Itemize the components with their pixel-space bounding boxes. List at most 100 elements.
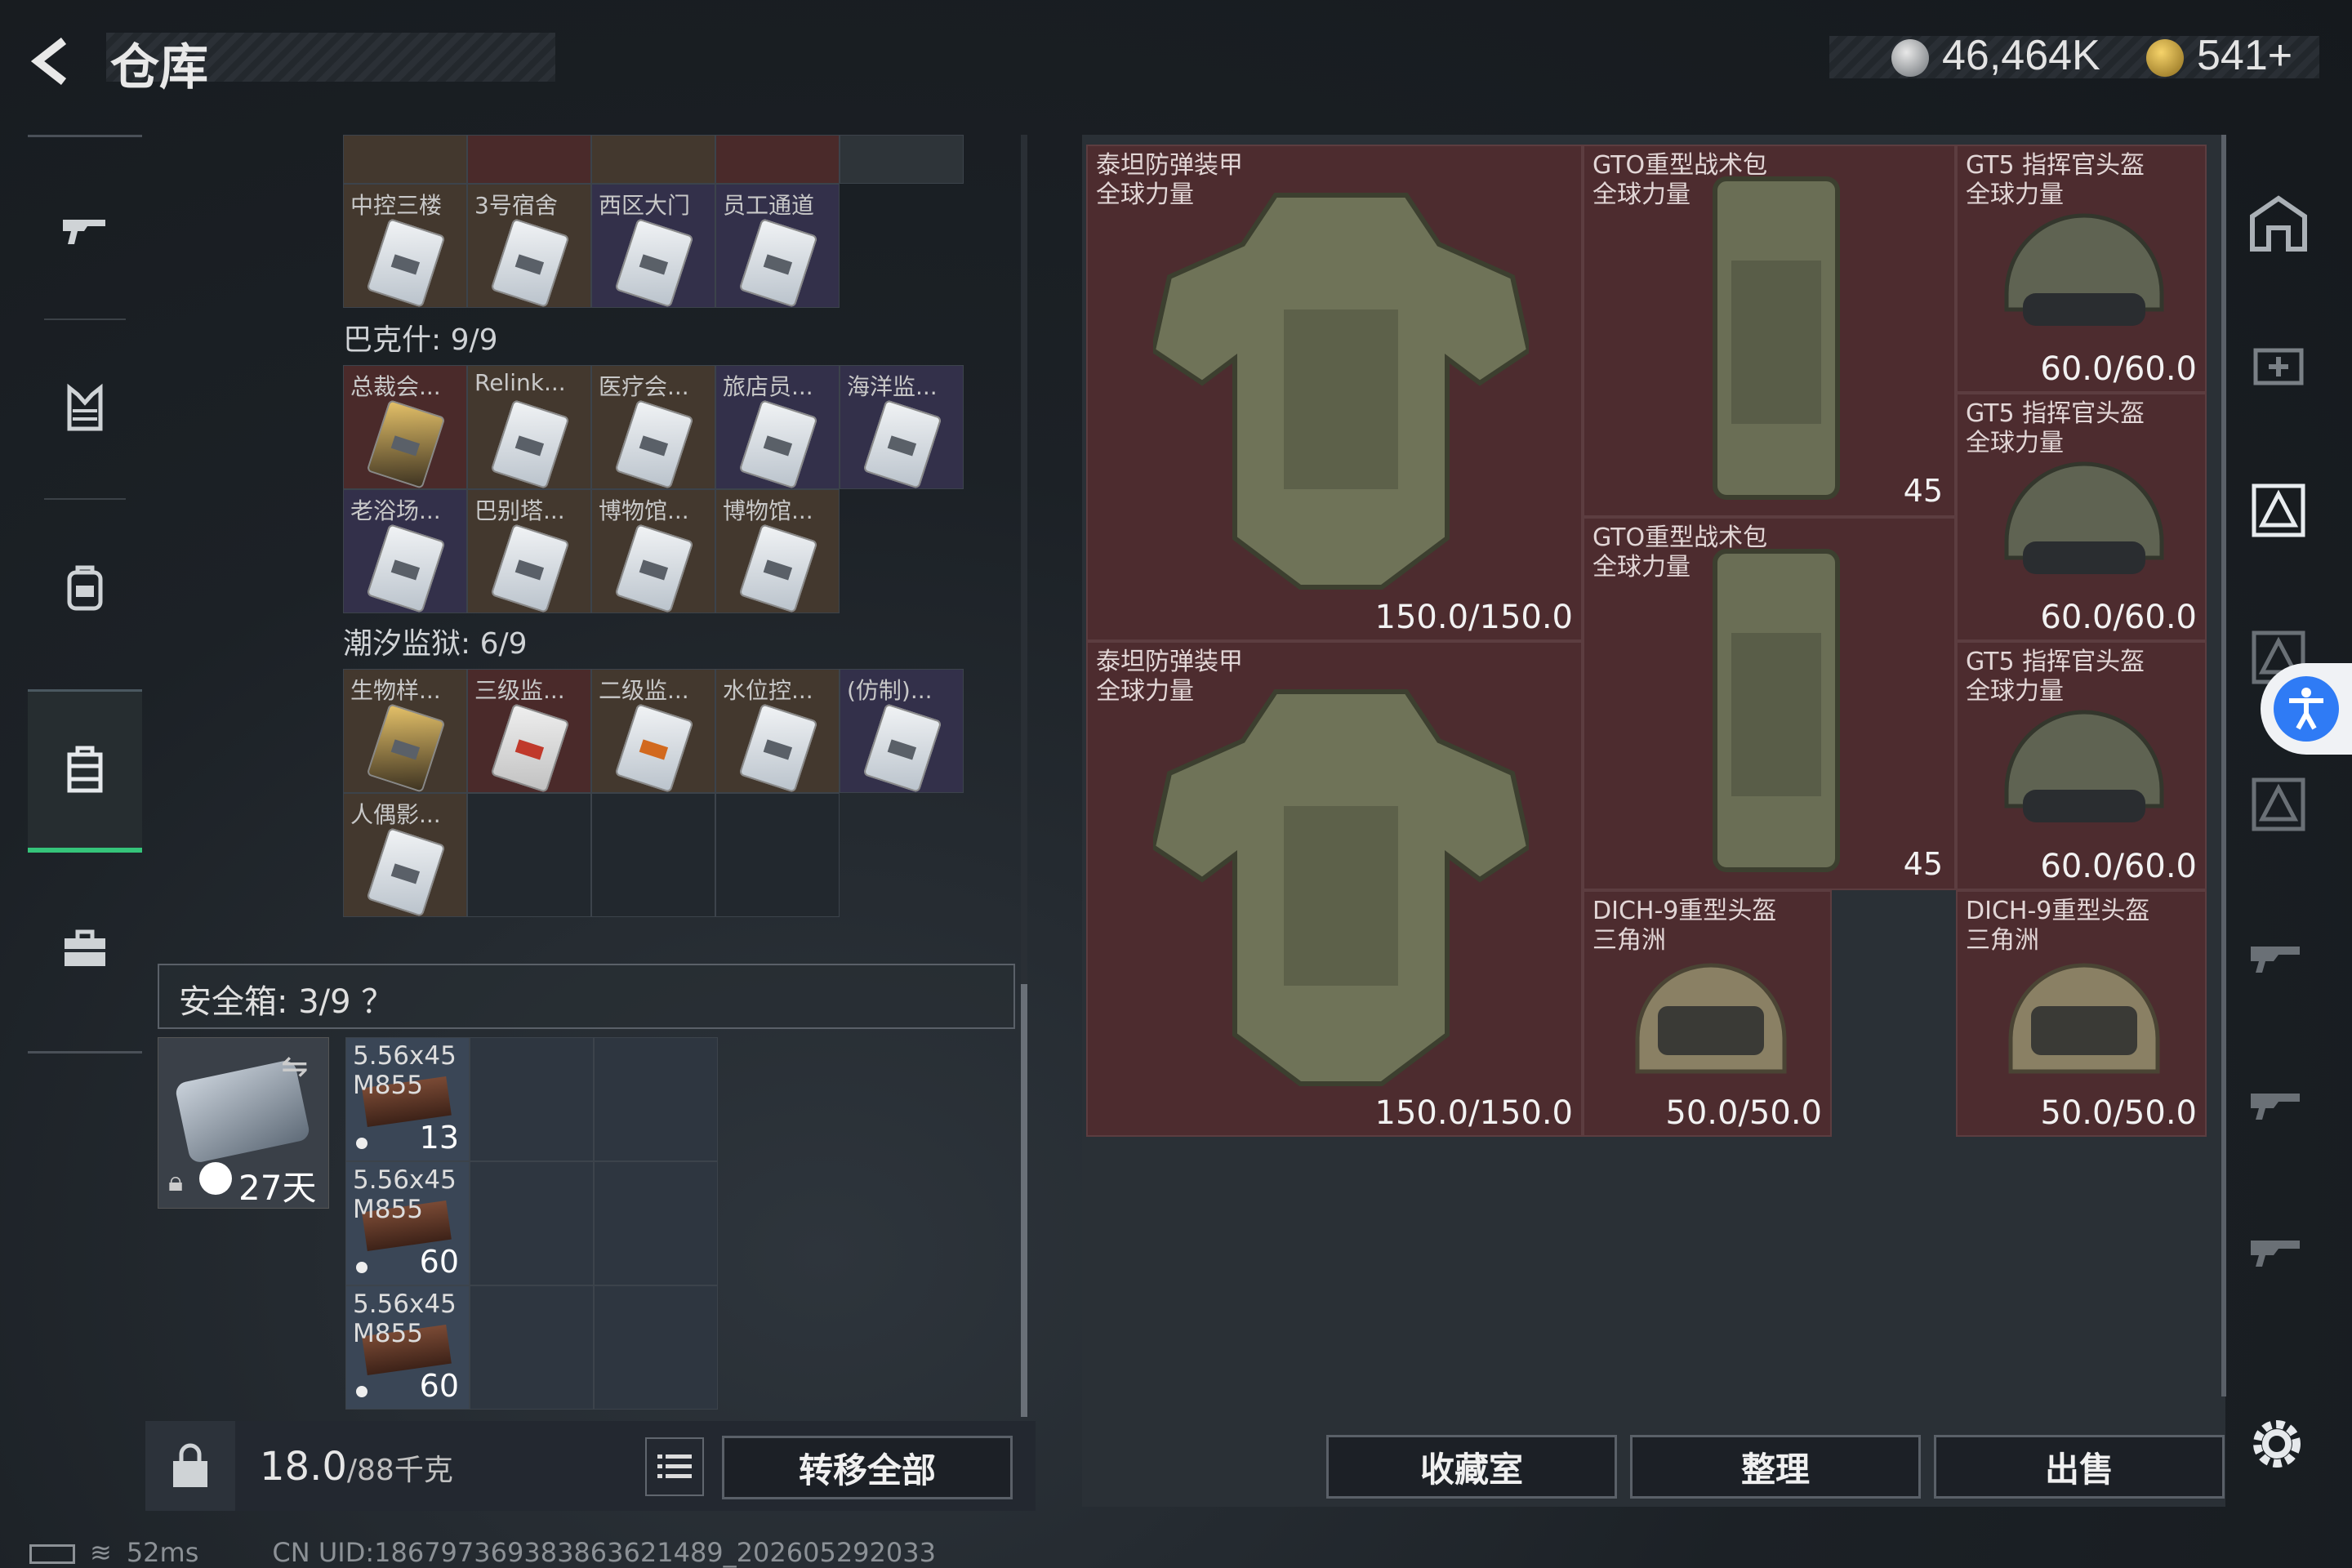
helmet-image [2008, 963, 2160, 1074]
ammo-dot-icon [356, 1386, 368, 1397]
backpack-item[interactable]: GTO重型战术包 全球力量 45 [1583, 517, 1956, 890]
key-label: 水位控... [723, 677, 813, 704]
key-item[interactable]: 老浴场... [343, 489, 467, 613]
key-slot[interactable] [591, 135, 715, 184]
armor-item[interactable]: 泰坦防弹装甲 全球力量 150.0/150.0 [1086, 641, 1583, 1137]
keycard-icon [738, 399, 818, 488]
key-item[interactable]: 博物馆... [591, 489, 715, 613]
key-item[interactable]: 二级监... [591, 669, 715, 793]
helmet-item[interactable]: DICH-9重型头盔 三角洲 50.0/50.0 [1956, 890, 2207, 1137]
key-label: 员工通道 [723, 192, 815, 219]
collection-button[interactable]: 收藏室 [1326, 1435, 1617, 1499]
nav-armor[interactable] [28, 327, 142, 490]
empty-slot[interactable] [591, 793, 715, 917]
empty-slot[interactable] [594, 1285, 718, 1410]
key-item[interactable]: 旅店员... [715, 365, 840, 489]
key-slot[interactable] [343, 135, 467, 184]
nav-weapon[interactable] [28, 147, 142, 310]
vest-image [1153, 689, 1529, 1086]
key-label: 博物馆... [599, 497, 689, 524]
key-item[interactable]: 3号宿舍 [467, 184, 591, 308]
helmet-item[interactable]: GT5 指挥官头盔 全球力量 60.0/60.0 [1956, 641, 2207, 890]
accessibility-button[interactable] [2261, 663, 2352, 755]
empty-slot[interactable] [594, 1161, 718, 1285]
weapon-tab-icon[interactable] [2246, 919, 2311, 984]
empty-slot[interactable] [467, 793, 591, 917]
key-item[interactable]: 医疗会... [591, 365, 715, 489]
key-label: 三级监... [474, 677, 565, 704]
transfer-all-button[interactable]: 转移全部 [722, 1436, 1013, 1499]
empty-slot[interactable] [470, 1161, 594, 1285]
item-weight: 45 [1903, 473, 1943, 509]
rifle-tab-icon[interactable] [2246, 1213, 2311, 1278]
left-scrollbar-thumb[interactable] [1021, 984, 1027, 1417]
helmet-item[interactable]: DICH-9重型头盔 三角洲 50.0/50.0 [1583, 890, 1832, 1137]
keycard-icon [738, 703, 818, 792]
silver-coin-icon [1891, 39, 1929, 77]
empty-slot[interactable] [470, 1285, 594, 1410]
back-arrow-icon [30, 38, 67, 85]
key-item[interactable]: 员工通道 [715, 184, 840, 308]
helmet-item[interactable]: GT5 指挥官头盔 全球力量 60.0/60.0 [1956, 393, 2207, 641]
empty-slot[interactable] [715, 793, 840, 917]
key-item[interactable]: 总裁会... [343, 365, 467, 489]
key-slot[interactable] [715, 135, 840, 184]
list-view-button[interactable] [645, 1437, 704, 1496]
left-scrollbar-track[interactable] [1021, 135, 1027, 1417]
key-item[interactable]: Relink... [467, 365, 591, 489]
medical-icon[interactable] [2246, 331, 2311, 396]
key-label: 博物馆... [723, 497, 813, 524]
ammo-dot-icon [356, 1262, 368, 1273]
key-item[interactable]: 海洋监... [840, 365, 964, 489]
gold-currency[interactable]: 541+ [2197, 31, 2292, 80]
ammo-item[interactable]: 5.56x45 M855 60 [345, 1285, 470, 1410]
key-item[interactable]: 生物样... [343, 669, 467, 793]
key-slot[interactable] [467, 135, 591, 184]
empty-slot[interactable] [470, 1037, 594, 1161]
helmet-item[interactable]: GT5 指挥官头盔 全球力量 60.0/60.0 [1956, 145, 2207, 393]
key-item[interactable]: 人偶影... [343, 793, 467, 917]
key-item[interactable]: (仿制)... [840, 669, 964, 793]
back-button[interactable] [24, 33, 82, 90]
key-label: 人偶影... [350, 801, 441, 828]
nav-backpack[interactable] [28, 506, 142, 670]
sell-button[interactable]: 出售 [1934, 1435, 2225, 1499]
nav-warehouse[interactable] [28, 689, 142, 853]
chest-rig-tab-icon[interactable] [2246, 772, 2311, 837]
key-item[interactable]: 巴别塔... [467, 489, 591, 613]
weight-lock-button[interactable] [145, 1421, 235, 1511]
safe-box-grid: 5.56x45 M855 13 5.56x45 M855 60 5.56x45 M8… [345, 1037, 718, 1410]
backpack-icon [67, 565, 103, 611]
battery-icon [29, 1544, 75, 1564]
armor-item[interactable]: 泰坦防弹装甲 全球力量 150.0/150.0 [1086, 145, 1583, 641]
silver-currency[interactable]: 46,464K [1942, 31, 2100, 80]
key-item[interactable]: 中控三楼 [343, 184, 467, 308]
clock-icon [199, 1162, 232, 1195]
organize-button[interactable]: 整理 [1630, 1435, 1921, 1499]
gun-tab-icon[interactable] [2246, 1066, 2311, 1131]
ammo-item[interactable]: 5.56x45 M855 13 [345, 1037, 470, 1161]
empty-slot[interactable] [1832, 890, 1956, 1137]
briefcase-icon [65, 929, 105, 966]
key-item[interactable]: 西区大门 [591, 184, 715, 308]
armor-tab-icon[interactable] [2246, 478, 2311, 543]
safe-box[interactable]: ⇋ 🔒︎ 27天 [158, 1037, 329, 1209]
settings-gear-icon[interactable] [2244, 1411, 2310, 1477]
backpack-item[interactable]: GTO重型战术包 全球力量 45 [1583, 145, 1956, 517]
swap-icon[interactable]: ⇋ [281, 1048, 309, 1085]
key-item[interactable]: 博物馆... [715, 489, 840, 613]
keycard-icon [366, 218, 446, 307]
key-label: (仿制)... [847, 677, 933, 704]
key-label: 巴别塔... [474, 497, 565, 524]
key-storage-panel: 中控三楼 3号宿舍 西区大门 员工通道 巴克什: 9/9 总裁会... Reli… [145, 135, 1036, 1417]
nav-toolbox[interactable] [28, 867, 142, 1031]
key-slot[interactable] [840, 135, 964, 184]
safe-box-header[interactable]: 安全箱: 3/9 ？ [158, 964, 1015, 1029]
key-item[interactable]: 水位控... [715, 669, 840, 793]
ammo-item[interactable]: 5.56x45 M855 60 [345, 1161, 470, 1285]
helmet-image [2004, 461, 2164, 574]
empty-slot[interactable] [594, 1037, 718, 1161]
key-item[interactable]: 三级监... [467, 669, 591, 793]
uid-text: CN UID:18679736938386362148​9_2026052920… [272, 1537, 936, 1568]
shelter-icon[interactable] [2246, 192, 2311, 257]
